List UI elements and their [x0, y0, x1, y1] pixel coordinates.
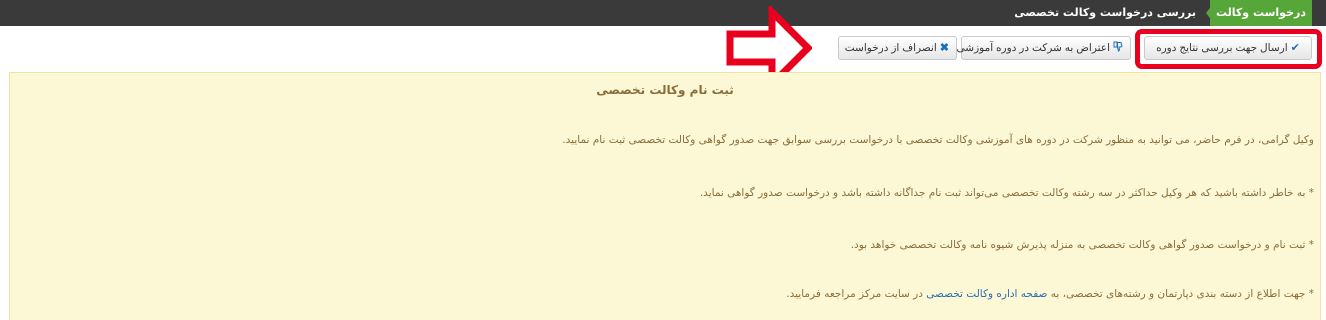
intro-text: وکیل گرامی، در فرم حاضر، می توانید به من…	[562, 134, 1314, 146]
breadcrumb-root-link[interactable]: درخواست وکالت تخصصی	[1210, 0, 1312, 45]
cancel-request-label: انصراف از درخواست	[844, 42, 937, 54]
header-bar: بررسی درخواست وکالت تخصصی درخواست وکالت …	[0, 0, 1326, 45]
specialty-office-link[interactable]: صفحه اداره وکالت تخصصی	[926, 288, 1047, 300]
note-categories-before: * جهت اطلاع از دسته بندی دپارتمان و رشته…	[1050, 288, 1314, 300]
panel-title: ثبت نام وکالت تخصصی	[596, 83, 734, 97]
note-categories: * جهت اطلاع از دسته بندی دپارتمان و رشته…	[786, 288, 1314, 300]
times-icon: ✖	[939, 42, 949, 54]
note-categories-after: در سایت مرکز مراجعه فرمایید.	[786, 288, 923, 300]
objection-label: اعتراض به شرکت در دوره آموزشی	[956, 42, 1110, 54]
highlight-box	[1135, 29, 1322, 69]
breadcrumb-current: بررسی درخواست وکالت تخصصی	[1014, 6, 1196, 19]
objection-button[interactable]: اعتراض به شرکت در دوره آموزشی	[957, 36, 1131, 60]
info-panel: ثبت نام وکالت تخصصی وکیل گرامی، در فرم ح…	[9, 72, 1321, 320]
note-max-fields: * به خاطر داشته باشید که هر وکیل حداکثر …	[699, 187, 1314, 199]
thumbs-down-icon	[1113, 37, 1123, 59]
note-acceptance: * ثبت نام و درخواست صدور گواهی وکالت تخص…	[850, 239, 1314, 251]
cancel-request-button[interactable]: ✖انصراف از درخواست	[838, 36, 957, 60]
